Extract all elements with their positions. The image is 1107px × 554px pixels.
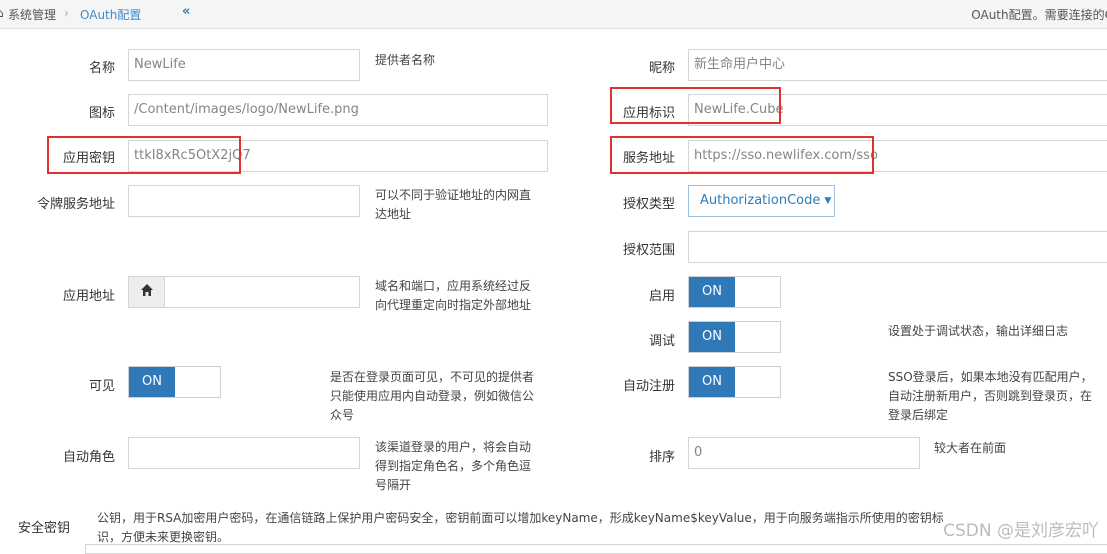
visible-hint: 是否在登录页面可见，不可见的提供者 只能使用应用内自动登录，例如微信公 众号 [330,370,535,422]
icon-label: 图标 [88,106,115,121]
access-server-hint: 可以不同于验证地址的内网直 达地址 [375,188,532,221]
name-label: 名称 [88,61,115,76]
auto-register-toggle[interactable]: ON [688,366,781,398]
app-url-label: 应用地址 [62,289,115,304]
access-server-input[interactable] [128,185,360,217]
highlight-box-server [610,136,874,174]
page-description: OAuth配置。需要连接的C [971,8,1107,22]
breadcrumb-current[interactable]: OAuth配置 [80,6,141,23]
grant-type-label: 授权类型 [622,197,675,212]
auto-register-toggle-on: ON [689,367,735,397]
enable-toggle[interactable]: ON [688,276,781,308]
auto-role-hint: 该渠道登录的用户，将会自动 得到指定角色名，多个角色逗 号隔开 [375,440,532,492]
auto-role-label: 自动角色 [62,450,115,465]
grant-type-select[interactable]: AuthorizationCode ▼ [688,185,835,217]
breadcrumb-bar: ⌂ 系统管理 › OAuth配置 « OAuth配置。需要连接的C [0,0,1107,29]
auto-register-hint: SSO登录后，如果本地没有匹配用户， 自动注册新用户，否则跳到登录页，在 登录后… [888,370,1093,422]
scope-input[interactable] [688,231,1107,263]
visible-toggle[interactable]: ON [128,366,221,398]
auto-role-input[interactable] [128,437,360,469]
secret-key-input[interactable] [85,544,1107,554]
visible-toggle-on: ON [129,367,175,397]
sort-hint: 较大者在前面 [934,441,1007,455]
home-icon [140,284,153,296]
sort-input[interactable]: 0 [688,437,920,469]
watermark: CSDN @是刘彦宏吖 [943,521,1099,541]
icon-input[interactable]: /Content/images/logo/NewLife.png [128,94,548,126]
nickname-label: 昵称 [648,61,675,76]
home-icon[interactable]: ⌂ [0,6,4,20]
enable-toggle-on: ON [689,277,735,307]
highlight-box-app-secret [47,136,241,174]
app-url-input[interactable] [164,276,360,308]
secret-key-hint: 公钥，用于RSA加密用户密码，在通信链路上保护用户密码安全，密钥前面可以增加ke… [97,511,944,544]
app-url-addon [128,276,165,308]
visible-label: 可见 [88,379,115,394]
debug-hint: 设置处于调试状态，输出详细日志 [888,324,1069,338]
nickname-input[interactable]: 新生命用户中心 [688,49,1107,81]
sort-label: 排序 [648,450,675,465]
breadcrumb-separator: › [64,6,69,20]
debug-label: 调试 [648,334,675,349]
secret-key-label: 安全密钥 [17,521,70,536]
name-hint: 提供者名称 [375,53,436,67]
access-server-label: 令牌服务地址 [36,197,115,212]
caret-down-icon: ▼ [824,196,832,206]
collapse-sidebar-icon[interactable]: « [182,4,190,19]
debug-toggle-on: ON [689,322,735,352]
auto-register-label: 自动注册 [622,379,675,394]
grant-type-value: AuthorizationCode [700,193,821,208]
enable-label: 启用 [648,289,675,304]
name-input[interactable]: NewLife [128,49,360,81]
breadcrumb-system[interactable]: 系统管理 [8,6,56,23]
debug-toggle[interactable]: ON [688,321,781,353]
app-url-hint: 域名和端口，应用系统经过反 向代理重定向时指定外部地址 [375,279,532,312]
highlight-box-app-id [610,87,781,124]
scope-label: 授权范围 [622,243,675,258]
